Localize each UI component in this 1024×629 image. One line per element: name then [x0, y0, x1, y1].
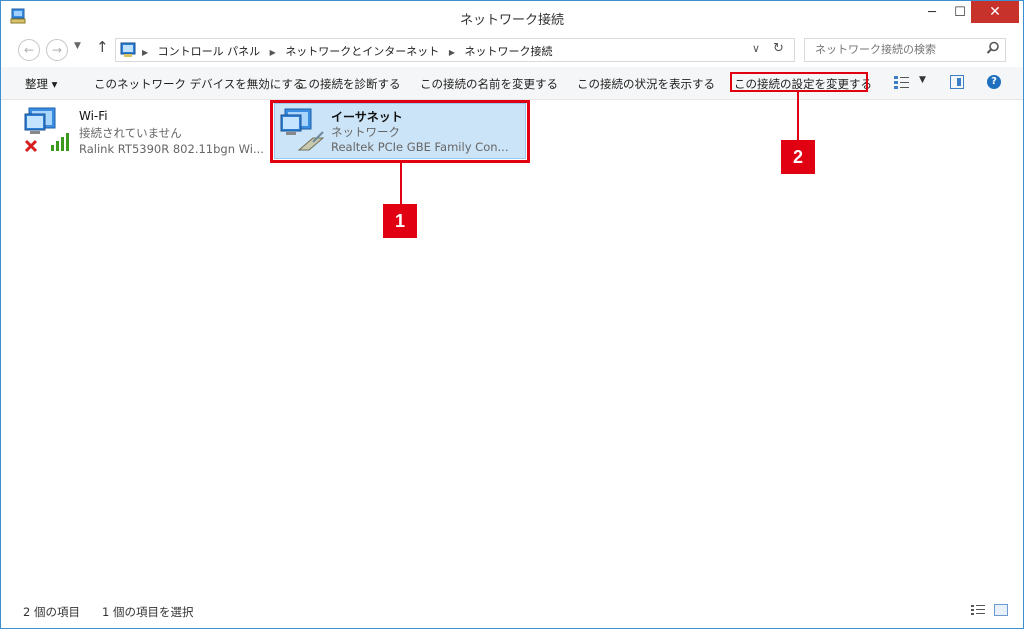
maximize-button[interactable]: ☐ — [946, 1, 974, 23]
address-bar[interactable]: ▶ コントロール パネル ▶ ネットワークとインターネット ▶ ネットワーク接続… — [115, 38, 795, 62]
callout-badge-1: 1 — [383, 204, 417, 238]
refresh-icon[interactable]: ↻ — [773, 41, 784, 56]
view-options-dropdown-icon[interactable]: ▼ — [919, 75, 926, 85]
item-count: 2 個の項目 — [23, 605, 80, 619]
title-bar: ネットワーク接続 ─ ☐ ✕ — [1, 1, 1023, 31]
connection-item-wifi[interactable]: Wi-Fi 接続されていません Ralink RT5390R 802.11bgn… — [23, 105, 264, 157]
breadcrumb-separator[interactable]: ▶ — [449, 48, 455, 57]
help-icon[interactable]: ? — [987, 75, 1001, 89]
back-button[interactable]: ← — [18, 39, 40, 61]
breadcrumb-separator: ▶ — [142, 48, 149, 57]
view-status-command[interactable]: この接続の状況を表示する — [577, 76, 715, 92]
control-panel-icon — [120, 42, 136, 57]
minimize-button[interactable]: ─ — [918, 1, 946, 23]
wifi-adapter-disconnected-icon — [24, 107, 69, 153]
ethernet-highlight — [270, 100, 530, 163]
search-input[interactable] — [813, 42, 977, 57]
diagnose-connection-command[interactable]: この接続を診断する — [297, 76, 401, 92]
window-title: ネットワーク接続 — [459, 13, 564, 28]
large-icons-view-icon[interactable] — [994, 604, 1008, 616]
callout-leader-line-1 — [400, 162, 402, 204]
organize-menu[interactable]: 整理 ▾ — [25, 76, 57, 92]
connection-status: 接続されていません — [79, 126, 182, 140]
details-view-icon[interactable] — [971, 604, 985, 616]
disable-device-command[interactable]: このネットワーク デバイスを無効にする — [94, 76, 304, 92]
change-view-icon[interactable] — [894, 75, 910, 89]
up-arrow-icon[interactable]: ↑ — [96, 38, 109, 56]
rename-connection-command[interactable]: この接続の名前を変更する — [420, 76, 558, 92]
breadcrumb: ▶ コントロール パネル ▶ ネットワークとインターネット ▶ ネットワーク接続 — [142, 43, 558, 59]
callout-leader-line-2 — [797, 92, 799, 140]
search-icon[interactable] — [986, 41, 1000, 55]
forward-button[interactable]: → — [46, 39, 68, 61]
address-row: ← → ▼ ↑ ▶ コントロール パネル ▶ ネットワークとインターネット ▶ … — [1, 35, 1023, 63]
status-bar: 2 個の項目 1 個の項目を選択 — [1, 599, 1023, 623]
selected-count: 1 個の項目を選択 — [102, 605, 194, 619]
breadcrumb-separator[interactable]: ▶ — [270, 48, 276, 57]
connection-name: Wi-Fi — [79, 109, 108, 123]
callout-badge-2: 2 — [781, 140, 815, 174]
close-button[interactable]: ✕ — [971, 1, 1019, 23]
command-bar: 整理 ▾ このネットワーク デバイスを無効にする この接続を診断する この接続の… — [1, 67, 1023, 100]
network-connections-window: ネットワーク接続 ─ ☐ ✕ ← → ▼ ↑ ▶ コントロール パネル ▶ ネッ… — [0, 0, 1024, 629]
preview-pane-icon[interactable] — [950, 75, 964, 89]
breadcrumb-network-connections[interactable]: ネットワーク接続 — [464, 45, 552, 58]
breadcrumb-control-panel[interactable]: コントロール パネル — [158, 45, 261, 58]
search-box[interactable] — [804, 38, 1006, 62]
address-history-dropdown-icon[interactable]: ∨ — [752, 42, 760, 55]
breadcrumb-network-internet[interactable]: ネットワークとインターネット — [285, 45, 439, 58]
recent-locations-dropdown-icon[interactable]: ▼ — [74, 41, 81, 51]
change-settings-highlight — [730, 72, 868, 92]
connection-device: Ralink RT5390R 802.11bgn Wi... — [79, 142, 264, 156]
